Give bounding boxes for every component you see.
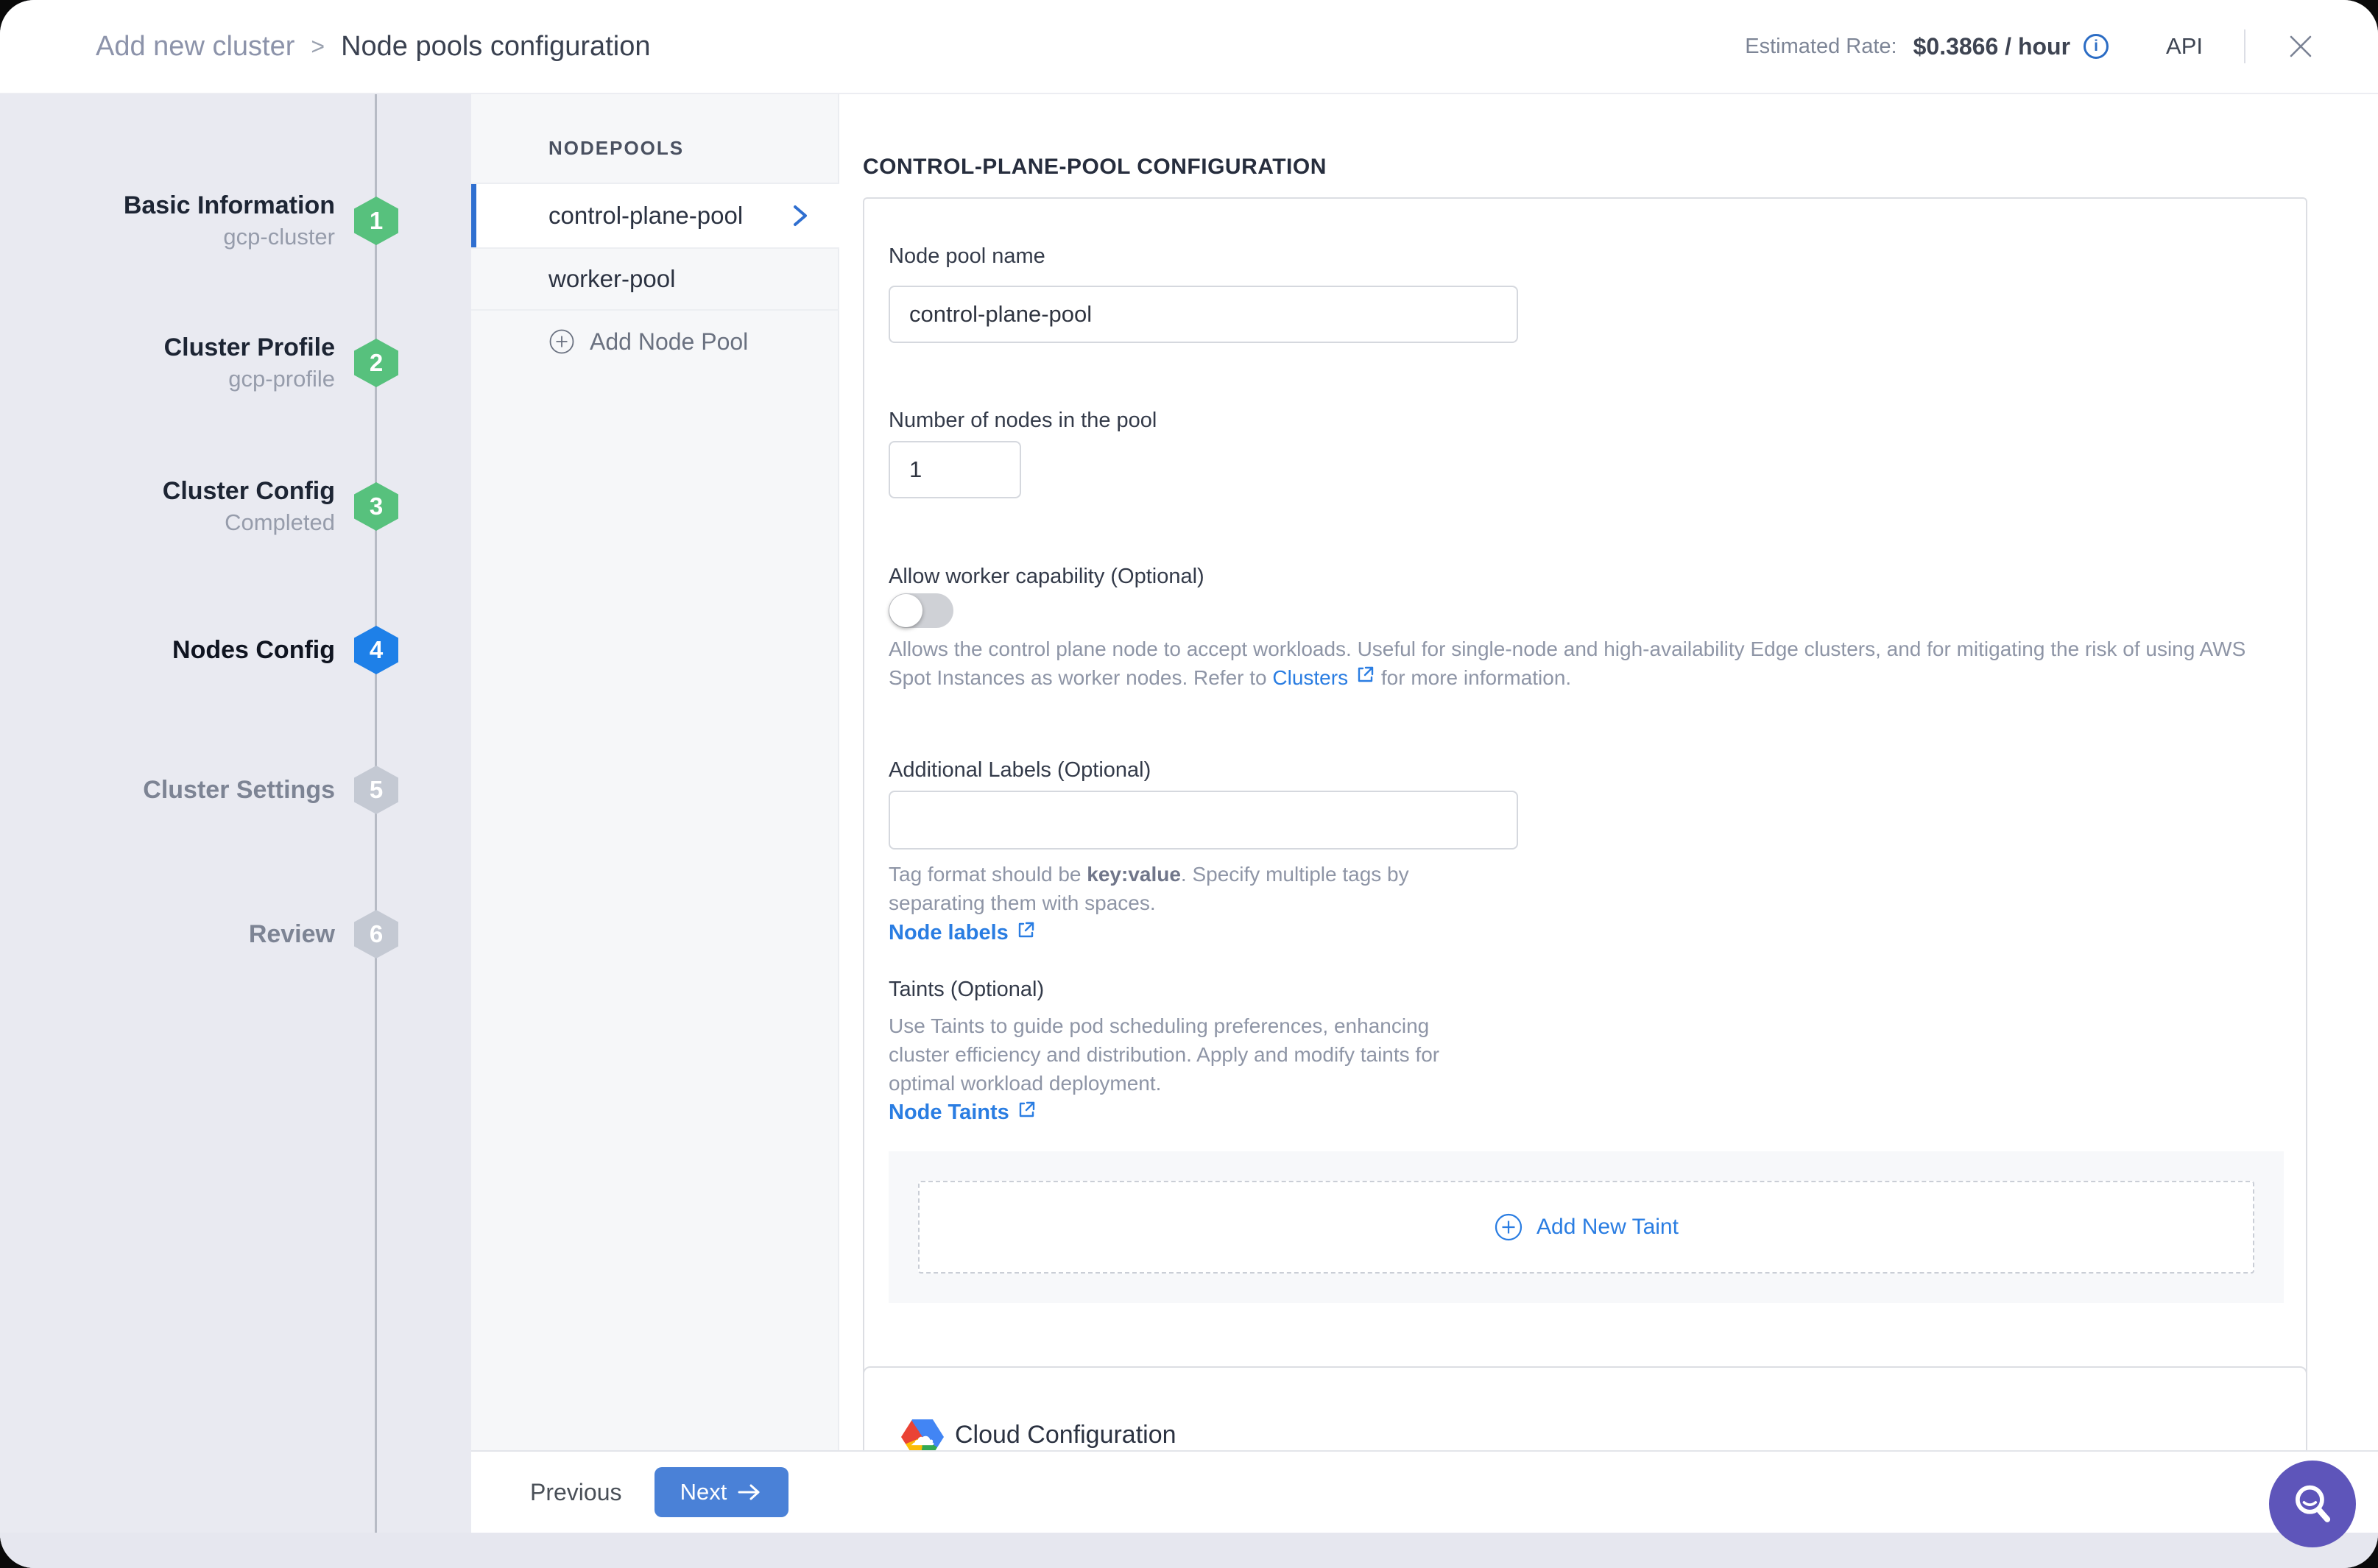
breadcrumb-node-pools-configuration: Node pools configuration xyxy=(341,31,650,63)
pool-configuration-card: Node pool name Number of nodes in the po… xyxy=(863,197,2307,1381)
stepper-step-cluster-settings[interactable]: Cluster Settings 5 xyxy=(0,766,471,814)
wizard-header: Add new cluster > Node pools configurati… xyxy=(0,0,2378,94)
external-link-icon xyxy=(1016,920,1036,946)
node-count-input[interactable] xyxy=(889,441,1021,498)
taints-label: Taints (Optional) xyxy=(889,978,1044,1002)
chevron-right-icon xyxy=(789,203,811,228)
help-chat-button[interactable] xyxy=(2269,1461,2356,1547)
nodepools-header: NODEPOOLS xyxy=(548,137,684,160)
taints-description: Use Taints to guide pod scheduling prefe… xyxy=(889,1011,1478,1098)
node-count-label: Number of nodes in the pool xyxy=(889,409,1157,433)
add-new-taint-button[interactable]: Add New Taint xyxy=(918,1181,2254,1274)
breadcrumb: Add new cluster > Node pools configurati… xyxy=(96,31,650,63)
stepper-step-cluster-config[interactable]: Cluster Config Completed 3 xyxy=(0,482,471,531)
node-labels-link[interactable]: Node labels xyxy=(889,920,1036,946)
step-title: Cluster Settings xyxy=(26,774,335,805)
api-button[interactable]: API xyxy=(2166,33,2203,60)
arrow-right-icon xyxy=(737,1483,762,1502)
wizard-footer: Previous Next xyxy=(471,1450,2378,1533)
stepper-sidebar xyxy=(0,94,471,1568)
stepper-step-nodes-config[interactable]: Nodes Config 4 xyxy=(0,626,471,674)
stepper-step-cluster-profile[interactable]: Cluster Profile gcp-profile 2 xyxy=(0,339,471,387)
step-title: Review xyxy=(26,919,335,950)
external-link-icon xyxy=(1017,1100,1037,1126)
taints-drop-zone: Add New Taint xyxy=(889,1151,2284,1303)
next-button[interactable]: Next xyxy=(655,1467,788,1517)
step-hexagon-badge: 6 xyxy=(354,910,398,958)
additional-labels-input[interactable] xyxy=(889,791,1518,850)
step-subtitle: Completed xyxy=(26,508,335,537)
window-bottom-band xyxy=(0,1533,2378,1568)
stepper-connector-line xyxy=(375,94,377,1568)
step-subtitle: gcp-cluster xyxy=(26,222,335,252)
node-pool-name-label: Node pool name xyxy=(889,244,1045,269)
nodepool-item-label: worker-pool xyxy=(548,265,675,293)
external-link-icon xyxy=(1355,663,1375,692)
add-node-pool-button[interactable]: Add Node Pool xyxy=(548,311,748,372)
toggle-knob xyxy=(889,594,922,627)
step-title: Nodes Config xyxy=(26,635,335,665)
nodepools-panel: NODEPOOLS control-plane-pool worker-pool… xyxy=(471,94,839,1450)
cloud-configuration-title: Cloud Configuration xyxy=(955,1421,1176,1449)
nodepool-item-label: control-plane-pool xyxy=(548,202,743,230)
step-title: Cluster Config xyxy=(26,476,335,506)
node-taints-link[interactable]: Node Taints xyxy=(889,1100,1037,1126)
pool-configuration-title: CONTROL-PLANE-POOL CONFIGURATION xyxy=(863,155,1327,180)
close-icon[interactable] xyxy=(2287,32,2315,60)
breadcrumb-add-new-cluster[interactable]: Add new cluster xyxy=(96,31,294,63)
estimated-rate-label: Estimated Rate: xyxy=(1745,35,1897,59)
nodepool-item-worker-pool[interactable]: worker-pool xyxy=(471,249,839,311)
info-icon[interactable]: i xyxy=(2084,34,2109,59)
plus-circle-icon xyxy=(548,328,575,355)
stepper-step-basic-information[interactable]: Basic Information gcp-cluster 1 xyxy=(0,197,471,245)
worker-capability-toggle[interactable] xyxy=(889,593,953,628)
clusters-link[interactable]: Clusters xyxy=(1272,663,1375,692)
add-cluster-wizard-window: Basic Information gcp-cluster 1 Cluster … xyxy=(0,0,2378,1568)
node-pool-name-input[interactable] xyxy=(889,286,1518,343)
breadcrumb-separator: > xyxy=(311,33,325,60)
step-hexagon-badge: 4 xyxy=(354,626,398,674)
plus-circle-icon xyxy=(1494,1212,1523,1242)
step-subtitle: gcp-profile xyxy=(26,364,335,394)
step-hexagon-badge: 1 xyxy=(354,197,398,245)
header-divider xyxy=(2244,29,2245,63)
step-title: Basic Information xyxy=(26,190,335,221)
step-title: Cluster Profile xyxy=(26,332,335,363)
additional-labels-hint: Tag format should be key:value. Specify … xyxy=(889,860,1500,917)
nodepool-item-control-plane-pool[interactable]: control-plane-pool xyxy=(471,183,839,249)
stepper-step-review[interactable]: Review 6 xyxy=(0,910,471,958)
step-hexagon-badge: 5 xyxy=(354,766,398,814)
worker-capability-label: Allow worker capability (Optional) xyxy=(889,565,1204,589)
step-hexagon-badge: 2 xyxy=(354,339,398,387)
wizard-content-panel: NODEPOOLS control-plane-pool worker-pool… xyxy=(471,94,2378,1533)
additional-labels-label: Additional Labels (Optional) xyxy=(889,758,1151,783)
previous-button[interactable]: Previous xyxy=(530,1479,622,1506)
worker-capability-description: Allows the control plane node to accept … xyxy=(889,635,2287,692)
estimated-rate-value: $0.3866 / hour xyxy=(1913,33,2070,60)
step-hexagon-badge: 3 xyxy=(354,482,398,531)
search-chat-icon xyxy=(2286,1477,2339,1530)
